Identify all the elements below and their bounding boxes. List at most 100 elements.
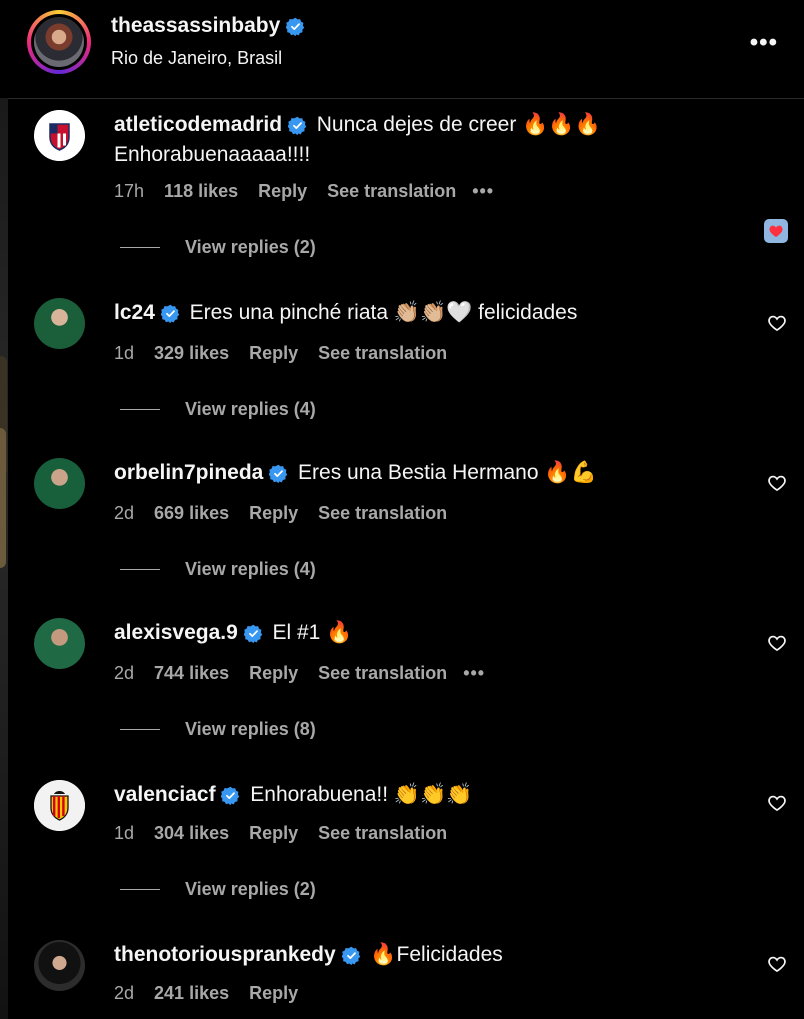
comment-text: Eres una Bestia Hermano 🔥💪 <box>298 461 597 484</box>
likes-count[interactable]: 118 likes <box>164 181 238 202</box>
comment-item: lc24 Eres una pinché riata 👏🏼👏🏼🤍 felicid… <box>8 258 804 420</box>
comment-text-line2: Enhorabuenaaaaa!!!! <box>114 143 311 166</box>
replies-divider <box>120 247 160 248</box>
comment-meta: 2d 241 likes Reply <box>114 983 298 1004</box>
verified-badge-icon <box>244 624 263 643</box>
like-heart-icon[interactable] <box>767 633 787 653</box>
comment-options-icon[interactable]: ••• <box>472 181 494 202</box>
comment-meta: 2d 669 likes Reply See translation <box>114 503 447 524</box>
liked-heart-icon[interactable] <box>764 219 788 243</box>
reply-button[interactable]: Reply <box>258 181 307 202</box>
avatar[interactable] <box>34 780 85 831</box>
comment-username[interactable]: orbelin7pineda <box>114 461 263 484</box>
comment-username[interactable]: valenciacf <box>114 783 216 806</box>
like-heart-icon[interactable] <box>767 313 787 333</box>
replies-divider <box>120 889 160 890</box>
comment-username[interactable]: lc24 <box>114 301 155 324</box>
view-replies-label: View replies (8) <box>185 719 316 739</box>
comment-item: valenciacf Enhorabuena!! 👏👏👏 1d 304 like… <box>8 738 804 900</box>
avatar[interactable] <box>34 110 85 161</box>
comment-meta: 17h 118 likes Reply See translation ••• <box>114 181 494 202</box>
comment-time: 1d <box>114 823 135 843</box>
likes-count[interactable]: 241 likes <box>154 983 229 1004</box>
likes-count[interactable]: 669 likes <box>154 503 229 524</box>
likes-count[interactable]: 744 likes <box>154 663 229 684</box>
avatar[interactable] <box>34 458 85 509</box>
comment-body: atleticodemadrid Nunca dejes de creer 🔥🔥… <box>114 110 714 170</box>
profile-avatar[interactable] <box>27 10 91 74</box>
comment-text: El #1 🔥 <box>272 621 353 644</box>
comment-username[interactable]: atleticodemadrid <box>114 113 282 136</box>
see-translation-button[interactable]: See translation <box>318 823 447 844</box>
likes-count[interactable]: 304 likes <box>154 823 229 844</box>
verified-badge-icon <box>269 464 288 483</box>
avatar[interactable] <box>34 298 85 349</box>
view-replies-label: View replies (4) <box>185 559 316 579</box>
comment-meta: 1d 304 likes Reply See translation <box>114 823 447 844</box>
post-author-username[interactable]: theassassinbaby <box>111 14 280 38</box>
replies-divider <box>120 729 160 730</box>
reply-button[interactable]: Reply <box>249 823 298 844</box>
verified-badge-icon <box>286 17 305 36</box>
post-image-edge <box>0 428 6 568</box>
post-author[interactable]: theassassinbaby <box>111 14 305 38</box>
verified-badge-icon <box>342 946 361 965</box>
reply-button[interactable]: Reply <box>249 503 298 524</box>
comment-time: 1d <box>114 343 135 363</box>
view-replies-button[interactable]: View replies (2) <box>120 879 316 900</box>
comment-body: alexisvega.9 El #1 🔥 <box>114 618 714 648</box>
comment-text: 🔥Felicidades <box>370 943 503 966</box>
view-replies-label: View replies (2) <box>185 237 316 257</box>
comment-text: Nunca dejes de creer 🔥🔥🔥 <box>316 113 601 136</box>
comment-text: Eres una pinché riata 👏🏼👏🏼🤍 felicidades <box>189 301 578 324</box>
like-heart-icon[interactable] <box>767 793 787 813</box>
reply-button[interactable]: Reply <box>249 983 298 1004</box>
like-heart-icon[interactable] <box>767 473 787 493</box>
verified-badge-icon <box>288 116 307 135</box>
comment-meta: 2d 744 likes Reply See translation ••• <box>114 663 485 684</box>
like-heart-icon[interactable] <box>767 954 787 974</box>
replies-divider <box>120 569 160 570</box>
view-replies-button[interactable]: View replies (4) <box>120 399 316 420</box>
see-translation-button[interactable]: See translation <box>327 181 456 202</box>
comment-item: alexisvega.9 El #1 🔥 2d 744 likes Reply … <box>8 578 804 740</box>
comment-body: lc24 Eres una pinché riata 👏🏼👏🏼🤍 felicid… <box>114 298 714 328</box>
see-translation-button[interactable]: See translation <box>318 663 447 684</box>
avatar-image <box>34 17 84 67</box>
likes-count[interactable]: 329 likes <box>154 343 229 364</box>
comment-username[interactable]: thenotoriousprankedy <box>114 943 336 966</box>
comment-item: thenotoriousprankedy 🔥Felicidades 2d 241… <box>8 898 804 1019</box>
comment-time: 17h <box>114 181 145 201</box>
avatar[interactable] <box>34 618 85 669</box>
comment-time: 2d <box>114 983 135 1003</box>
more-options-icon[interactable]: ••• <box>750 29 778 57</box>
see-translation-button[interactable]: See translation <box>318 343 447 364</box>
comment-body: valenciacf Enhorabuena!! 👏👏👏 <box>114 780 714 810</box>
comment-meta: 1d 329 likes Reply See translation <box>114 343 447 364</box>
view-replies-button[interactable]: View replies (4) <box>120 559 316 580</box>
comment-time: 2d <box>114 503 135 523</box>
view-replies-button[interactable]: View replies (2) <box>120 237 316 258</box>
comment-body: thenotoriousprankedy 🔥Felicidades <box>114 940 714 970</box>
verified-badge-icon <box>161 304 180 323</box>
replies-divider <box>120 409 160 410</box>
valencia-crest-icon <box>34 780 85 831</box>
verified-badge-icon <box>221 786 240 805</box>
post-header: theassassinbaby Rio de Janeiro, Brasil •… <box>8 0 804 99</box>
view-replies-button[interactable]: View replies (8) <box>120 719 316 740</box>
comment-text: Enhorabuena!! 👏👏👏 <box>250 783 473 806</box>
see-translation-button[interactable]: See translation <box>318 503 447 524</box>
reply-button[interactable]: Reply <box>249 663 298 684</box>
comment-time: 2d <box>114 663 135 683</box>
post-location[interactable]: Rio de Janeiro, Brasil <box>111 48 282 69</box>
atletico-crest-icon <box>34 110 85 161</box>
comment-username[interactable]: alexisvega.9 <box>114 621 238 644</box>
comment-body: orbelin7pineda Eres una Bestia Hermano 🔥… <box>114 458 714 488</box>
view-replies-label: View replies (2) <box>185 879 316 899</box>
comment-options-icon[interactable]: ••• <box>463 663 485 684</box>
comment-item: atleticodemadrid Nunca dejes de creer 🔥🔥… <box>8 98 804 258</box>
avatar[interactable] <box>34 940 85 991</box>
view-replies-label: View replies (4) <box>185 399 316 419</box>
reply-button[interactable]: Reply <box>249 343 298 364</box>
comment-item: orbelin7pineda Eres una Bestia Hermano 🔥… <box>8 418 804 580</box>
